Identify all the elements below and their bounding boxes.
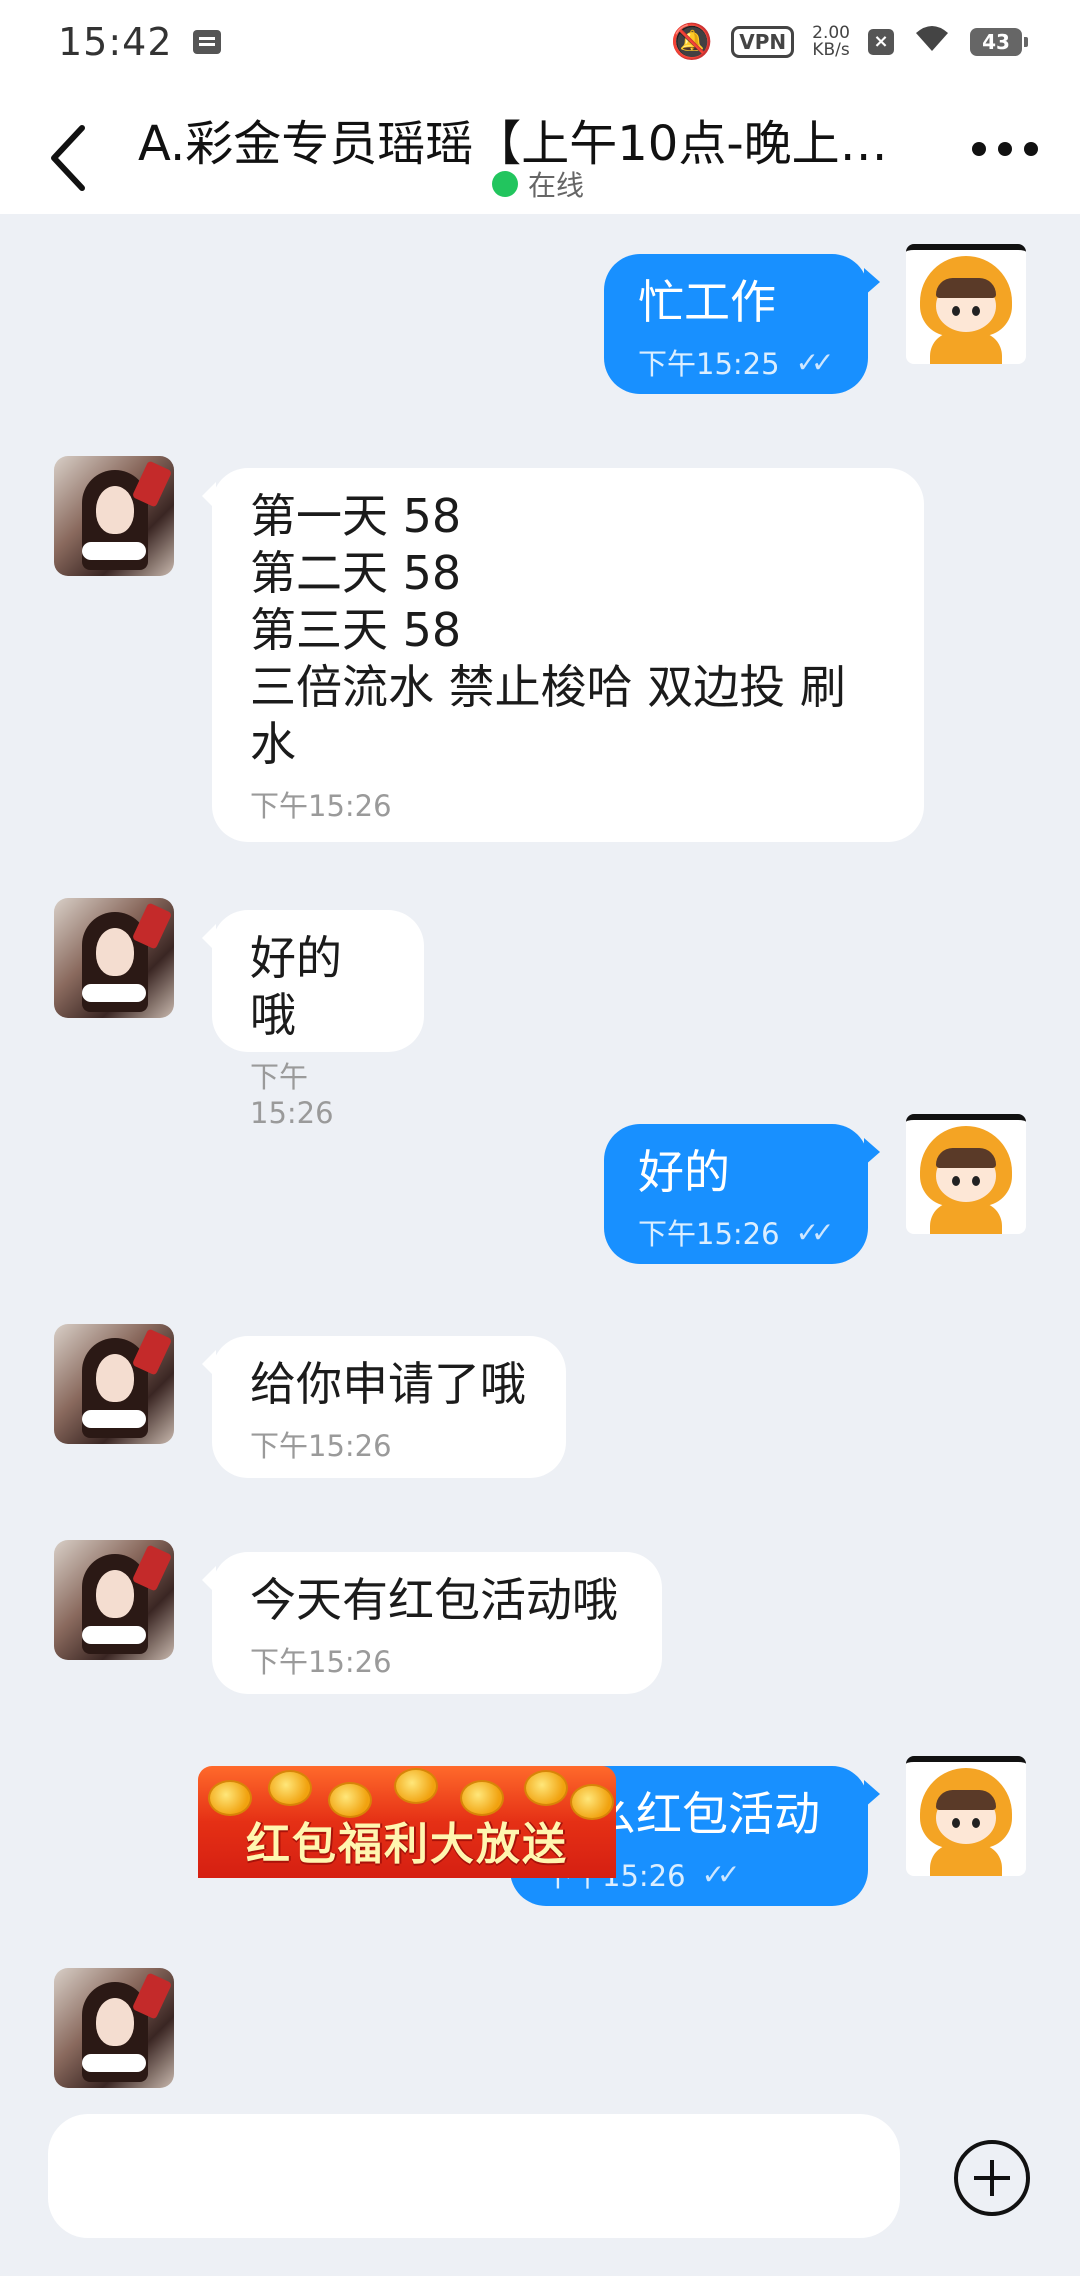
- online-dot-icon: [492, 171, 518, 197]
- message-time: 下午15:25: [638, 347, 780, 381]
- message-bubble[interactable]: 好的 下午15:26 ✓✓: [604, 1124, 880, 1264]
- message-bubble[interactable]: 好的哦 下午15:26: [202, 910, 424, 1130]
- contact-avatar[interactable]: [54, 456, 174, 576]
- message-text: 给你申请了哦: [250, 1357, 526, 1411]
- chat-header: A.彩金专员瑶瑶【上午10点-晚上… 在线: [0, 84, 1080, 214]
- message-text: 忙工作: [638, 275, 776, 329]
- banner-text: 红包福利大放送: [246, 1819, 568, 1870]
- red-envelope-image-message[interactable]: 红包福利大放送: [198, 1766, 616, 1878]
- more-dots-icon[interactable]: [972, 142, 1038, 156]
- status-time: 15:42: [58, 20, 173, 64]
- status-icons: 🔕 VPN 2.00 KB/s × 43: [670, 22, 1028, 62]
- message-bubble[interactable]: 给你申请了哦 下午15:26: [202, 1336, 566, 1478]
- double-check-icon: ✓✓: [795, 1215, 835, 1249]
- message-time: 下午15:26: [250, 1060, 334, 1130]
- message-bubble[interactable]: 今天有红包活动哦 下午15:26: [202, 1552, 662, 1694]
- contact-avatar[interactable]: [54, 1968, 174, 2088]
- chevron-left-icon[interactable]: [42, 114, 102, 194]
- online-status-label: 在线: [528, 169, 585, 202]
- close-box-icon: ×: [868, 29, 894, 55]
- composer-bar: [0, 2092, 1080, 2276]
- status-bar: 15:42 🔕 VPN 2.00 KB/s × 43: [0, 0, 1080, 84]
- message-time: 下午15:26: [250, 789, 392, 823]
- message-text: 好的哦: [250, 931, 342, 1042]
- message-bubble[interactable]: 第一天 58 第二天 58 第三天 58 三倍流水 禁止梭哈 双边投 刷 水 下…: [202, 468, 924, 842]
- my-avatar[interactable]: [906, 1756, 1026, 1876]
- my-avatar[interactable]: [906, 244, 1026, 364]
- message-text: 今天有红包活动哦: [250, 1573, 618, 1627]
- message-input[interactable]: [48, 2114, 900, 2238]
- message-text: 好的: [638, 1145, 730, 1199]
- message-bubble[interactable]: 忙工作 下午15:25 ✓✓: [604, 254, 880, 394]
- my-avatar[interactable]: [906, 1114, 1026, 1234]
- message-text: 第一天 58 第二天 58 第三天 58 三倍流水 禁止梭哈 双边投 刷 水: [250, 489, 846, 771]
- plus-circle-icon[interactable]: [954, 2140, 1030, 2216]
- vpn-icon: VPN: [731, 26, 795, 58]
- wifi-icon: [912, 23, 952, 61]
- battery-icon: 43: [970, 28, 1028, 56]
- contact-avatar[interactable]: [54, 1540, 174, 1660]
- message-time: 下午15:26: [638, 1217, 780, 1251]
- network-speed-unit: KB/s: [812, 40, 850, 60]
- network-speed: 2.00 KB/s: [812, 25, 850, 59]
- contact-avatar[interactable]: [54, 1324, 174, 1444]
- double-check-icon: ✓✓: [795, 345, 835, 379]
- online-status: 在线: [492, 164, 584, 204]
- notification-message-icon: [192, 30, 221, 54]
- contact-avatar[interactable]: [54, 898, 174, 1018]
- bell-muted-icon: 🔕: [670, 22, 714, 62]
- message-time: 下午15:26: [250, 1645, 392, 1679]
- message-time: 下午15:26: [250, 1429, 392, 1463]
- double-check-icon: ✓✓: [701, 1857, 741, 1891]
